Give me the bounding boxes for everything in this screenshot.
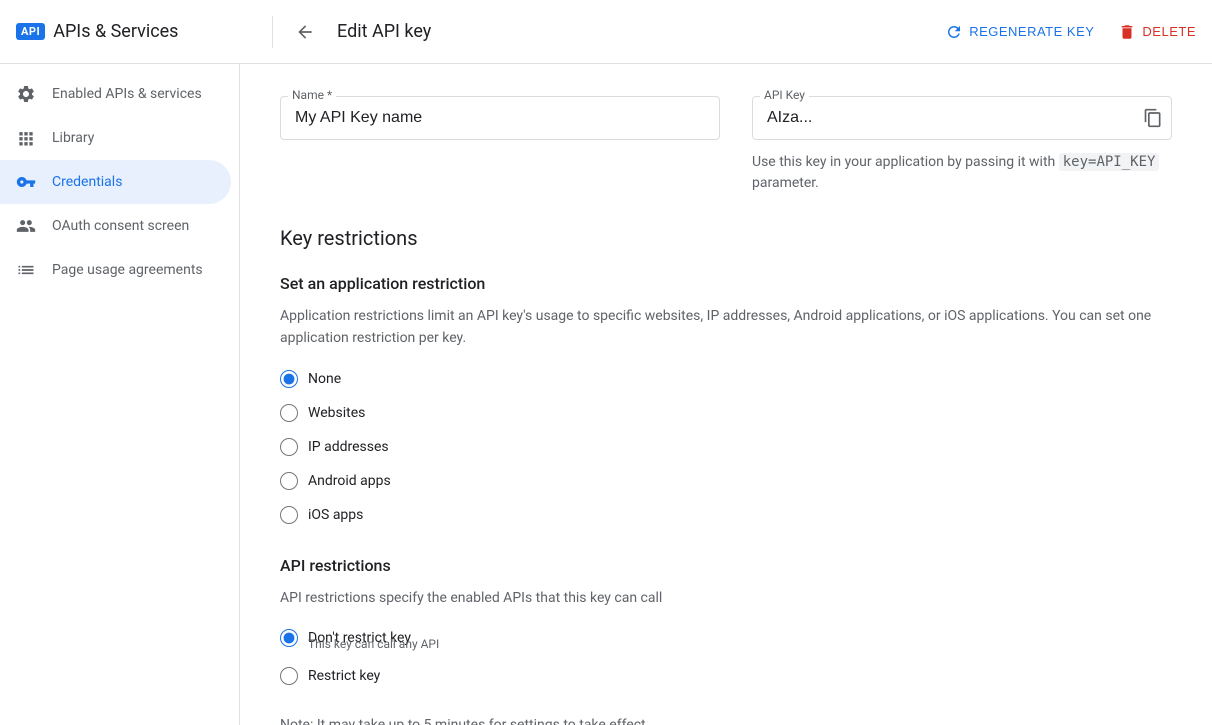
sidebar-item-enabled-apis-label: Enabled APIs & services [52, 86, 202, 102]
sidebar-item-library[interactable]: Library [0, 116, 231, 160]
sidebar-item-oauth-consent[interactable]: OAuth consent screen [0, 204, 231, 248]
api-restriction-title: API restrictions [280, 556, 1172, 575]
fields-row: Name * API Key Use this key in your [280, 96, 1172, 194]
people-icon [16, 216, 36, 236]
sidebar: Enabled APIs & services Library Credenti… [0, 64, 240, 725]
key-restrictions-section: Key restrictions Set an application rest… [280, 226, 1172, 685]
main-layout: Enabled APIs & services Library Credenti… [0, 64, 1212, 725]
radio-android-apps[interactable]: Android apps [280, 472, 1172, 490]
radio-restrict-key-label: Restrict key [308, 668, 380, 684]
back-button[interactable] [289, 16, 321, 48]
radio-none[interactable]: None [280, 370, 1172, 388]
header-actions: REGENERATE KEY DELETE [945, 23, 1196, 41]
key-field-group: API Key Use this key in your application… [752, 96, 1172, 194]
radio-ip-addresses[interactable]: IP addresses [280, 438, 1172, 456]
key-label: API Key [760, 88, 809, 102]
api-restriction-desc: API restrictions specify the enabled API… [280, 587, 1172, 609]
sidebar-item-credentials[interactable]: Credentials [0, 160, 231, 204]
sidebar-item-page-usage[interactable]: Page usage agreements [0, 248, 231, 292]
name-label: Name * [288, 88, 336, 102]
radio-websites-label: Websites [308, 405, 365, 421]
name-field-group: Name * [280, 96, 720, 194]
name-input[interactable] [280, 96, 720, 140]
radio-ios-label: iOS apps [308, 507, 363, 523]
header-divider [272, 16, 273, 48]
radio-ip-label: IP addresses [308, 439, 389, 455]
sidebar-item-page-usage-label: Page usage agreements [52, 262, 203, 278]
radio-android-input[interactable] [280, 472, 298, 490]
radio-ios-input[interactable] [280, 506, 298, 524]
key-hint: Use this key in your application by pass… [752, 152, 1172, 194]
name-field-wrapper: Name * [280, 96, 720, 140]
api-restriction-radio-group: Don't restrict key This key can call any… [280, 629, 1172, 685]
radio-none-input[interactable] [280, 370, 298, 388]
regenerate-key-label: REGENERATE KEY [969, 24, 1094, 39]
radio-android-label: Android apps [308, 473, 391, 489]
key-field-wrapper: API Key [752, 96, 1172, 140]
copy-key-button[interactable] [1135, 100, 1171, 136]
sidebar-item-oauth-consent-label: OAuth consent screen [52, 218, 189, 234]
key-hint-text: Use this key in your application by pass… [752, 154, 1059, 170]
sidebar-item-library-label: Library [52, 130, 94, 146]
radio-ios-apps[interactable]: iOS apps [280, 506, 1172, 524]
top-header: API APIs & Services Edit API key REGENER… [0, 0, 1212, 64]
radio-websites-input[interactable] [280, 404, 298, 422]
delete-button[interactable]: DELETE [1118, 23, 1196, 41]
radio-dont-restrict-input[interactable] [280, 629, 298, 647]
radio-dont-restrict-sublabel: This key can call any API [308, 637, 1172, 651]
radio-restrict-key-input[interactable] [280, 667, 298, 685]
content-area: Name * API Key Use this key in your [240, 64, 1212, 725]
key-input-wrapper [752, 96, 1172, 140]
note-text: Note: It may take up to 5 minutes for se… [280, 717, 1172, 725]
radio-restrict-key[interactable]: Restrict key [280, 667, 1172, 685]
app-restriction-desc: Application restrictions limit an API ke… [280, 305, 1172, 350]
list-icon [16, 260, 36, 280]
api-radio-dont-restrict-group: Don't restrict key This key can call any… [280, 629, 1172, 651]
api-logo-badge: API [16, 23, 45, 40]
grid-icon [16, 128, 36, 148]
page-title: Edit API key [337, 21, 431, 42]
key-hint-suffix: parameter. [752, 175, 819, 191]
app-logo: API APIs & Services [16, 21, 256, 42]
sidebar-item-enabled-apis[interactable]: Enabled APIs & services [0, 72, 231, 116]
api-restriction-subsection: API restrictions API restrictions specif… [280, 556, 1172, 685]
key-icon [16, 172, 36, 192]
key-hint-code: key=API_KEY [1059, 153, 1160, 171]
key-input[interactable] [753, 97, 1135, 139]
radio-none-label: None [308, 371, 341, 387]
app-restriction-radio-group: None Websites IP addresses Android apps [280, 370, 1172, 524]
regenerate-key-button[interactable]: REGENERATE KEY [945, 23, 1094, 41]
app-restriction-subsection: Set an application restriction Applicati… [280, 274, 1172, 524]
sidebar-item-credentials-label: Credentials [52, 174, 122, 190]
key-restrictions-title: Key restrictions [280, 226, 1172, 250]
radio-ip-input[interactable] [280, 438, 298, 456]
api-logo-text: APIs & Services [53, 21, 178, 42]
radio-websites[interactable]: Websites [280, 404, 1172, 422]
app-restriction-title: Set an application restriction [280, 274, 1172, 293]
gear-icon [16, 84, 36, 104]
delete-label: DELETE [1142, 24, 1196, 39]
